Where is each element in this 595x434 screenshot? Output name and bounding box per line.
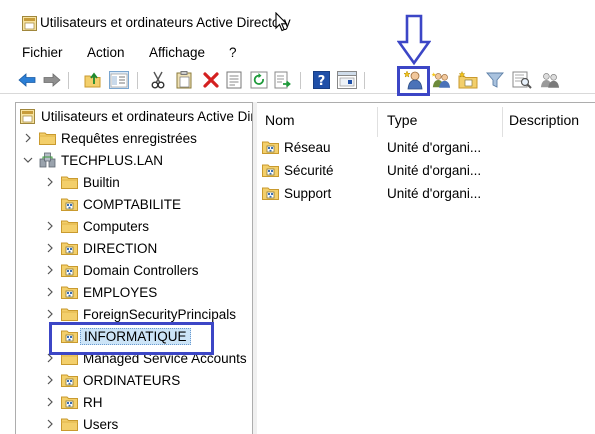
tree-item-label: ForeignSecurityPrincipals xyxy=(83,306,237,322)
details-list[interactable]: Nom Type Description Réseau Unité d'organ… xyxy=(257,102,595,434)
properties-icon[interactable] xyxy=(224,70,244,90)
mouse-cursor-icon xyxy=(275,11,289,35)
organizational-unit-icon xyxy=(262,186,279,200)
cut-icon[interactable] xyxy=(148,70,168,90)
list-item[interactable]: Support Unité d'organi... xyxy=(262,182,592,204)
export-list-icon[interactable] xyxy=(273,70,293,90)
refresh-icon[interactable] xyxy=(249,70,269,90)
menu-affichage[interactable]: Affichage xyxy=(149,45,205,60)
tree-item-label: Builtin xyxy=(83,174,120,190)
tree-item[interactable]: Users xyxy=(44,413,118,434)
chevron-right-icon[interactable] xyxy=(44,265,56,275)
annotation-highlight-informatique xyxy=(49,322,214,355)
tree-root-label: Utilisateurs et ordinateurs Active Direc… xyxy=(41,108,252,124)
tree-item[interactable]: Domain Controllers xyxy=(44,259,199,281)
organizational-unit-icon xyxy=(61,263,78,277)
tree-item[interactable]: Builtin xyxy=(44,171,120,193)
menu-action[interactable]: Action xyxy=(87,45,125,60)
organizational-unit-icon xyxy=(61,395,78,409)
tree-item-label: Computers xyxy=(83,218,150,234)
folder-icon xyxy=(61,219,78,233)
organizational-unit-icon xyxy=(262,140,279,154)
find-icon[interactable] xyxy=(512,70,532,90)
list-item-type: Unité d'organi... xyxy=(387,139,482,155)
column-header-type[interactable]: Type xyxy=(387,112,417,128)
filter-icon[interactable] xyxy=(485,70,505,90)
tree-item-label: EMPLOYES xyxy=(83,284,158,300)
list-item-name: Réseau xyxy=(284,139,331,155)
domain-icon xyxy=(39,152,56,168)
menu-fichier[interactable]: Fichier xyxy=(22,45,63,60)
console-icon[interactable] xyxy=(337,70,357,90)
back-arrow-icon[interactable] xyxy=(17,70,37,90)
title-bar: Utilisateurs et ordinateurs Active Direc… xyxy=(0,0,595,40)
chevron-right-icon[interactable] xyxy=(44,419,56,429)
tree-root[interactable]: Utilisateurs et ordinateurs Active Direc… xyxy=(20,105,252,127)
chevron-right-icon[interactable] xyxy=(22,133,34,143)
column-header-nom[interactable]: Nom xyxy=(265,112,295,128)
list-item-type: Unité d'organi... xyxy=(387,185,482,201)
organizational-unit-icon xyxy=(61,285,78,299)
paste-icon[interactable] xyxy=(174,70,194,90)
folder-icon xyxy=(61,307,78,321)
chevron-right-icon[interactable] xyxy=(44,309,56,319)
tree-item-label: COMPTABILITE xyxy=(83,196,182,212)
list-item-type: Unité d'organi... xyxy=(387,162,482,178)
list-item-name: Sécurité xyxy=(284,162,334,178)
folder-icon xyxy=(39,131,56,145)
tree-item[interactable]: EMPLOYES xyxy=(44,281,157,303)
list-item[interactable]: Sécurité Unité d'organi... xyxy=(262,159,592,181)
chevron-right-icon[interactable] xyxy=(44,243,56,253)
tree-item-label: DIRECTION xyxy=(83,240,158,256)
tree-item[interactable]: RH xyxy=(44,391,103,413)
chevron-right-icon[interactable] xyxy=(44,177,56,187)
folder-icon xyxy=(61,417,78,431)
tree-item-label: TECHPLUS.LAN xyxy=(61,152,164,168)
tree-item-label: Users xyxy=(83,416,119,432)
console-tree[interactable]: Utilisateurs et ordinateurs Active Direc… xyxy=(15,102,253,434)
column-header-description[interactable]: Description xyxy=(509,112,579,128)
tree-item-label: ORDINATEURS xyxy=(83,372,181,388)
chevron-right-icon[interactable] xyxy=(44,397,56,407)
chevron-right-icon[interactable] xyxy=(44,375,56,385)
organizational-unit-icon xyxy=(61,197,78,211)
organizational-unit-icon xyxy=(61,373,78,387)
chevron-right-icon[interactable] xyxy=(44,287,56,297)
annotation-arrow-icon xyxy=(397,14,431,66)
list-item-name: Support xyxy=(284,185,332,201)
tree-item[interactable]: DIRECTION xyxy=(44,237,157,259)
folder-up-icon[interactable] xyxy=(83,70,103,90)
annotation-highlight-new-user xyxy=(397,66,430,96)
new-group-icon[interactable] xyxy=(431,70,451,90)
menu-help[interactable]: ? xyxy=(229,45,237,60)
chevron-down-icon[interactable] xyxy=(22,156,34,164)
tree-item[interactable]: COMPTABILITE xyxy=(44,193,181,215)
chevron-right-icon[interactable] xyxy=(44,221,56,231)
tree-item-label: Requêtes enregistrées xyxy=(61,130,197,146)
tree-item-label: RH xyxy=(83,394,103,410)
window-title: Utilisateurs et ordinateurs Active Direc… xyxy=(40,15,291,30)
tree-item[interactable]: Computers xyxy=(44,215,149,237)
add-to-group-icon[interactable] xyxy=(540,70,560,90)
help-icon[interactable]: ? xyxy=(311,70,331,90)
tree-item-label: Domain Controllers xyxy=(83,262,199,278)
list-item[interactable]: Réseau Unité d'organi... xyxy=(262,136,592,158)
organizational-unit-icon xyxy=(61,241,78,255)
tree-item[interactable]: ORDINATEURS xyxy=(44,369,180,391)
tree-item-domain[interactable]: TECHPLUS.LAN xyxy=(22,149,163,171)
ad-console-icon xyxy=(22,16,37,34)
new-ou-icon[interactable] xyxy=(458,70,478,90)
folder-icon xyxy=(61,175,78,189)
tree-item-saved-queries[interactable]: Requêtes enregistrées xyxy=(22,127,197,149)
delete-icon[interactable] xyxy=(201,70,221,90)
console-root-icon xyxy=(20,108,35,124)
show-console-tree-icon[interactable] xyxy=(109,70,129,90)
toolbar: ? xyxy=(0,66,595,94)
menu-bar: Fichier Action Affichage ? xyxy=(0,41,595,63)
forward-arrow-icon[interactable] xyxy=(42,70,62,90)
organizational-unit-icon xyxy=(262,163,279,177)
svg-text:?: ? xyxy=(317,74,325,89)
